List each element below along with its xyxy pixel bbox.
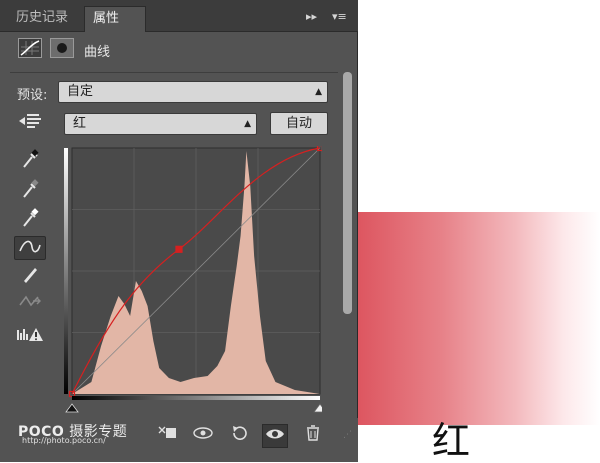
properties-panel: 历史记录 属性 ▸▸ ▾≡ 曲线 预设: 自定 ▲ 红 ▲ 自动 POCO 摄影… bbox=[0, 0, 358, 462]
curve-control-point[interactable] bbox=[175, 245, 183, 253]
red-gradient-swatch bbox=[358, 212, 600, 425]
select-arrows-icon: ▲ bbox=[244, 119, 251, 129]
white-point-slider[interactable] bbox=[313, 403, 322, 413]
channel-value: 红 bbox=[73, 116, 87, 131]
visibility-icon[interactable] bbox=[262, 424, 288, 448]
white-eyedropper-icon[interactable] bbox=[14, 207, 46, 231]
panel-menu-icon[interactable]: ▾≡ bbox=[332, 10, 347, 23]
curve-point-icon[interactable] bbox=[14, 236, 46, 260]
curves-adjustment-icon[interactable] bbox=[18, 38, 42, 58]
divider bbox=[10, 72, 338, 73]
smooth-icon[interactable] bbox=[14, 291, 46, 315]
channel-select[interactable]: 红 ▲ bbox=[64, 113, 257, 135]
preset-select[interactable]: 自定 ▲ bbox=[58, 81, 328, 103]
panel-scrollbar[interactable] bbox=[343, 72, 352, 314]
preset-label: 预设: bbox=[17, 88, 48, 103]
curves-graph[interactable] bbox=[64, 146, 322, 418]
black-eyedropper-icon[interactable] bbox=[14, 148, 46, 172]
clip-to-layer-icon[interactable] bbox=[154, 424, 180, 448]
trash-icon[interactable] bbox=[300, 424, 326, 448]
preset-value: 自定 bbox=[67, 84, 94, 99]
select-arrows-icon: ▲ bbox=[315, 87, 322, 97]
pencil-icon[interactable] bbox=[14, 263, 46, 287]
resize-grip-icon[interactable]: ⋰ bbox=[343, 430, 352, 440]
gray-eyedropper-icon[interactable] bbox=[14, 178, 46, 202]
panel-title: 曲线 bbox=[84, 45, 111, 60]
input-gradient-bar bbox=[72, 396, 320, 400]
tab-history[interactable]: 历史记录 bbox=[8, 6, 86, 32]
clipping-warning-icon[interactable] bbox=[14, 324, 46, 348]
reset-icon[interactable] bbox=[226, 424, 252, 448]
panel-tab-bar: 历史记录 属性 ▸▸ ▾≡ bbox=[0, 0, 358, 32]
mask-icon[interactable] bbox=[50, 38, 74, 58]
tab-properties[interactable]: 属性 bbox=[84, 6, 146, 32]
watermark-url: http://photo.poco.cn/ bbox=[22, 436, 106, 445]
black-point-slider[interactable] bbox=[65, 403, 79, 413]
collapse-panel-icon[interactable]: ▸▸ bbox=[306, 10, 317, 23]
output-gradient-bar bbox=[64, 148, 68, 394]
view-previous-icon[interactable] bbox=[190, 424, 216, 448]
targeted-adjustment-icon[interactable] bbox=[14, 111, 46, 135]
channel-caption: 红 bbox=[432, 419, 471, 463]
auto-button[interactable]: 自动 bbox=[270, 112, 328, 135]
